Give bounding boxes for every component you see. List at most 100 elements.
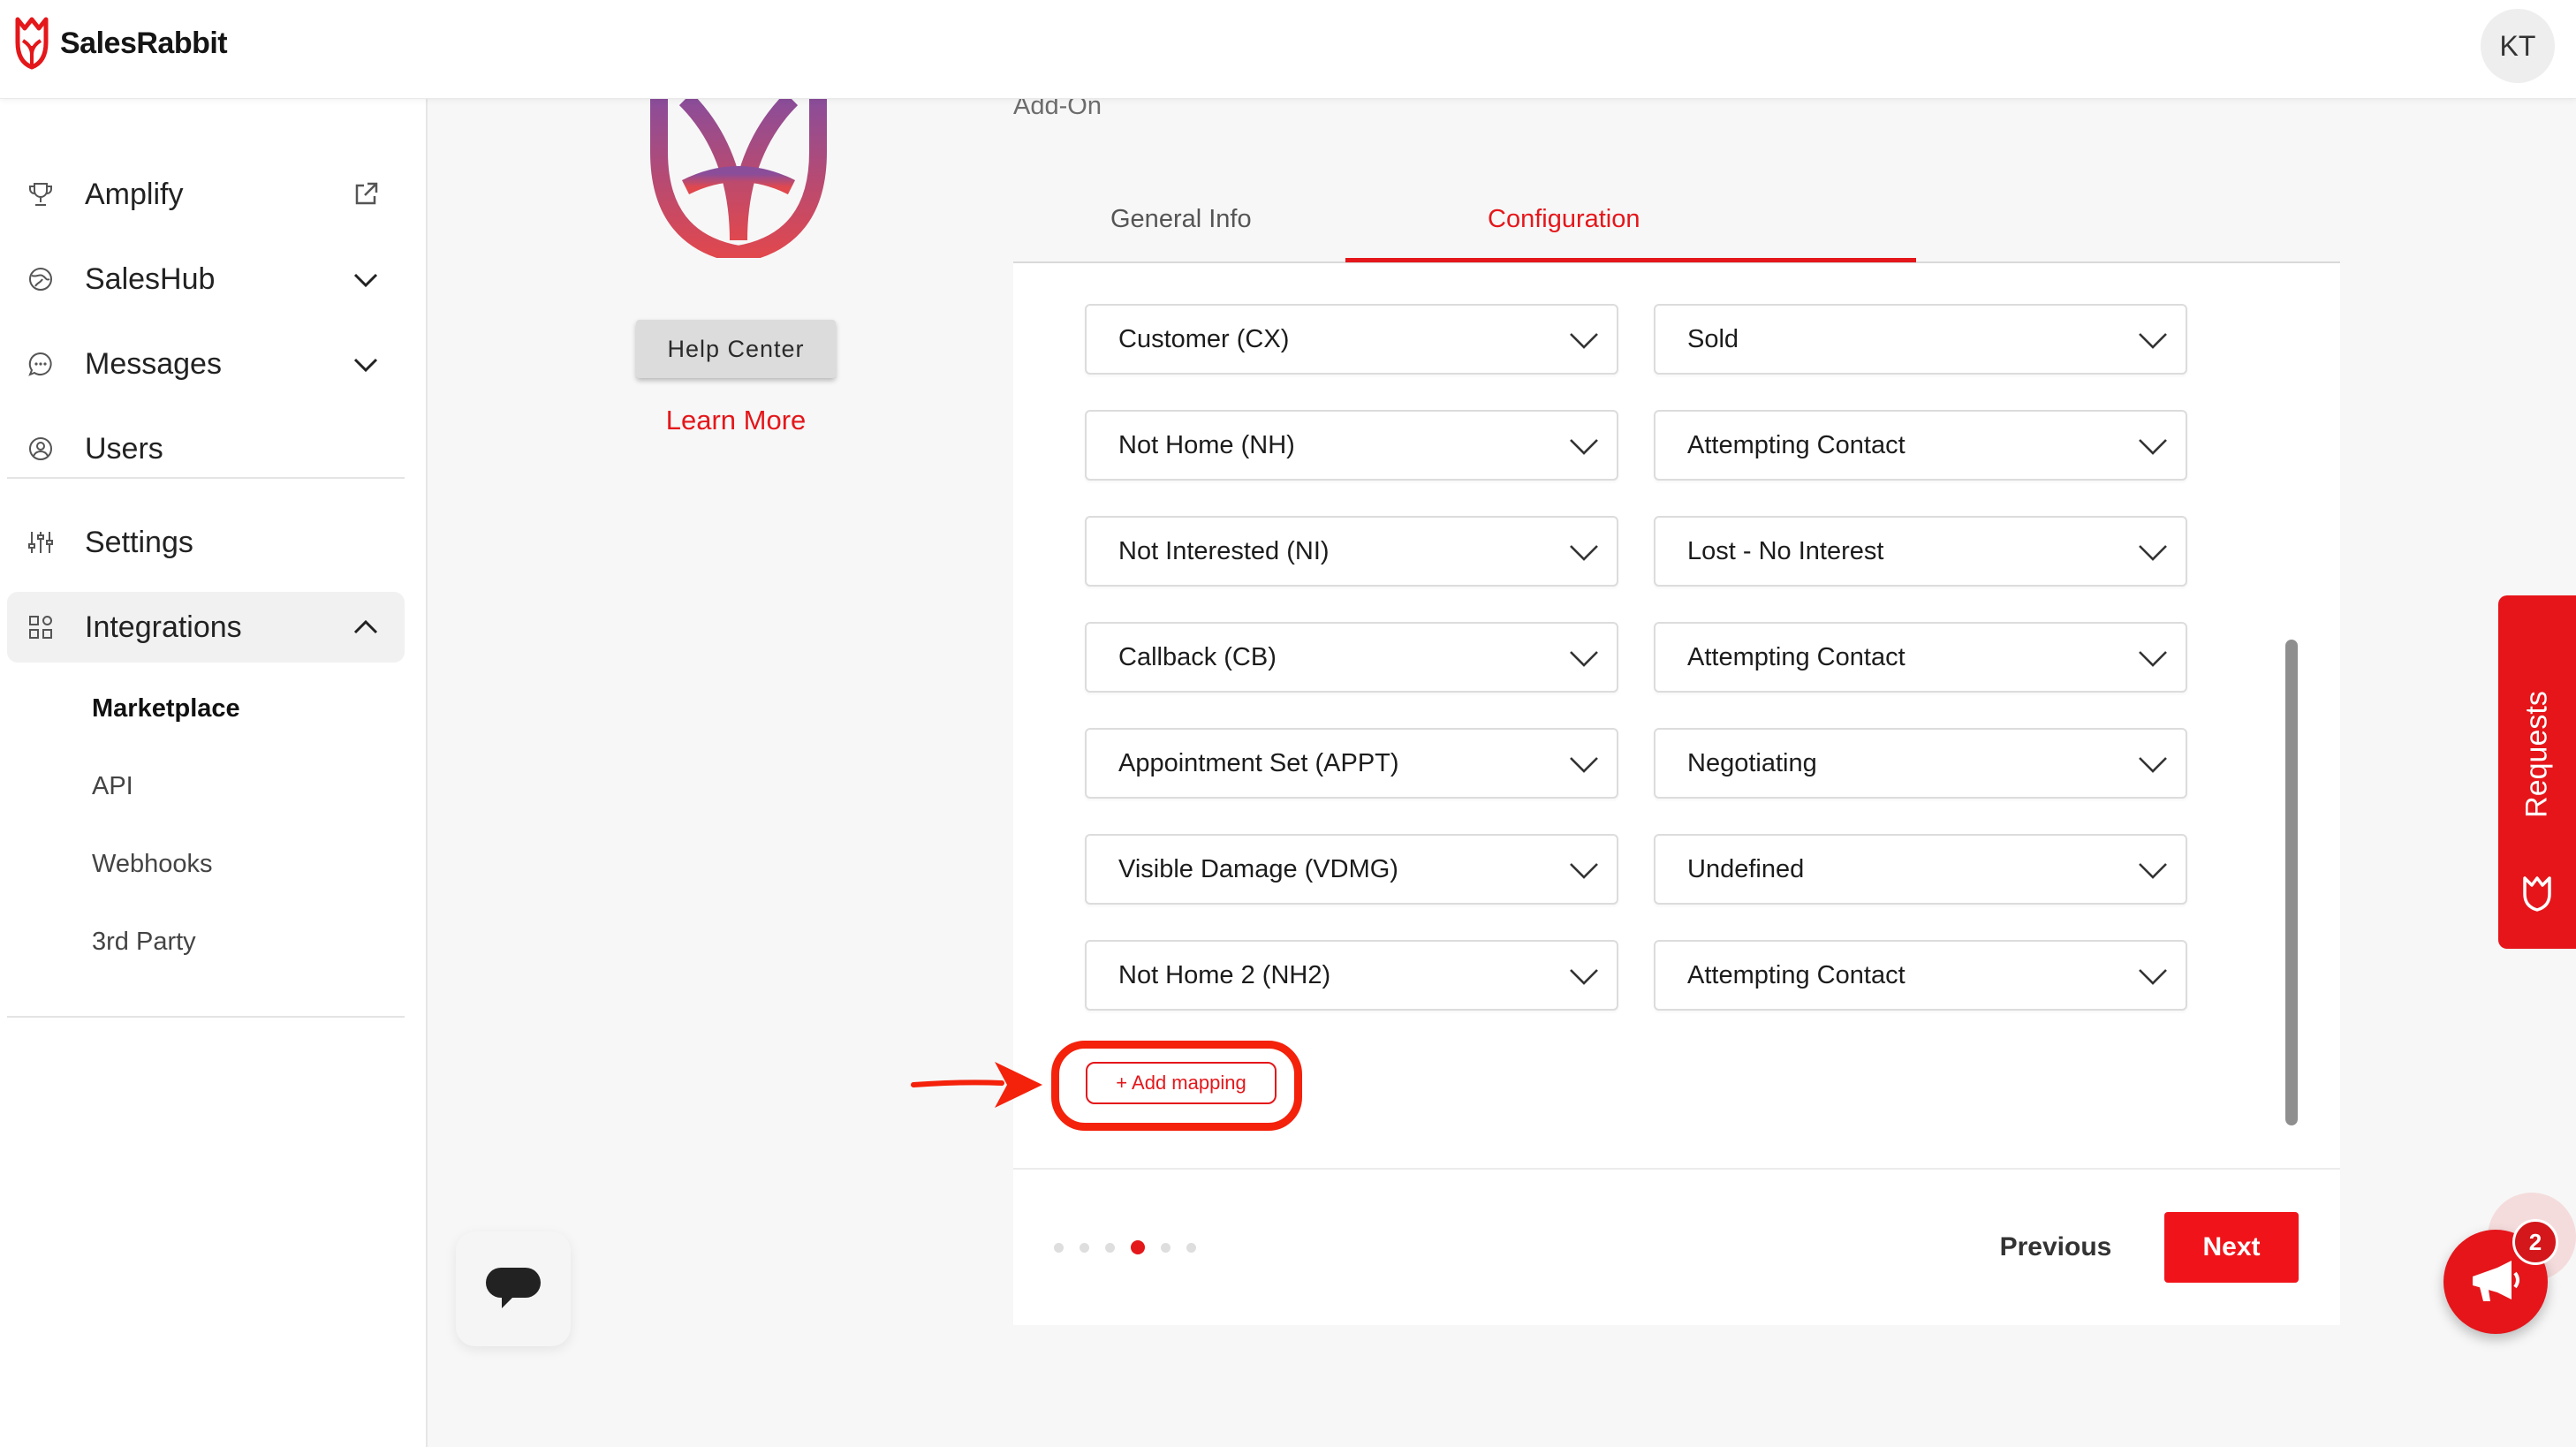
scrollbar[interactable] xyxy=(2285,640,2298,1125)
active-tab-indicator xyxy=(1345,258,1916,262)
chevron-down-icon xyxy=(1570,439,1598,455)
top-header: SalesRabbit KT xyxy=(0,0,2576,99)
user-circle-icon xyxy=(21,429,60,468)
sidebar-item-label: Settings xyxy=(85,525,193,559)
external-link-icon xyxy=(346,175,385,214)
select-value: Sold xyxy=(1687,324,1739,353)
sidebar-divider xyxy=(7,477,405,479)
step-dot-active xyxy=(1131,1240,1145,1254)
mapping-list: Customer (CX) Sold Not Home (NH) Attempting… xyxy=(1013,263,2340,1168)
app-name: SalesRabbit xyxy=(60,26,228,60)
chevron-down-icon xyxy=(1570,545,1598,561)
sidebar-item-label: Integrations xyxy=(85,610,242,644)
sidebar-item-messages[interactable]: Messages xyxy=(7,329,405,399)
learn-more-link[interactable]: Learn More xyxy=(636,405,836,436)
mapping-source-select[interactable]: Not Interested (NI) xyxy=(1085,516,1618,587)
sidebar-item-saleshub[interactable]: SalesHub xyxy=(7,244,405,314)
step-dot xyxy=(1080,1242,1089,1253)
chevron-down-icon[interactable] xyxy=(346,345,385,383)
mapping-target-select[interactable]: Sold xyxy=(1654,304,2187,375)
step-dot xyxy=(1054,1242,1064,1253)
rabbit-logo-icon xyxy=(2523,876,2551,912)
step-dot xyxy=(1186,1242,1196,1253)
select-value: Undefined xyxy=(1687,854,1805,883)
select-value: Attempting Contact xyxy=(1687,430,1905,459)
mapping-target-select[interactable]: Attempting Contact xyxy=(1654,622,2187,693)
sidebar-item-amplify[interactable]: Amplify xyxy=(7,159,405,230)
chevron-up-icon[interactable] xyxy=(346,608,385,647)
globe-icon xyxy=(21,260,60,299)
mapping-source-select[interactable]: Not Home 2 (NH2) xyxy=(1085,940,1618,1011)
select-value: Lost - No Interest xyxy=(1687,536,1884,565)
step-indicator xyxy=(1054,1240,1196,1254)
select-value: Callback (CB) xyxy=(1118,642,1277,671)
chevron-down-icon xyxy=(1570,863,1598,879)
annotation-arrow xyxy=(911,1062,1042,1108)
previous-button[interactable]: Previous xyxy=(1976,1212,2135,1283)
chat-icon xyxy=(21,345,60,383)
next-button[interactable]: Next xyxy=(2164,1212,2299,1283)
mapping-target-select[interactable]: Negotiating xyxy=(1654,728,2187,799)
step-dot xyxy=(1105,1242,1115,1253)
select-value: Not Interested (NI) xyxy=(1118,536,1330,565)
sidebar-item-integrations[interactable]: Integrations xyxy=(7,592,405,663)
sidebar-item-label: Amplify xyxy=(85,177,184,211)
sidebar-item-label: SalesHub xyxy=(85,261,216,296)
sidebar-item-users[interactable]: Users xyxy=(7,413,405,484)
sidebar-subitem-api[interactable]: API xyxy=(92,772,133,801)
sidebar-item-settings[interactable]: Settings xyxy=(7,507,405,578)
user-avatar[interactable]: KT xyxy=(2481,9,2555,83)
mapping-target-select[interactable]: Lost - No Interest xyxy=(1654,516,2187,587)
select-value: Attempting Contact xyxy=(1687,642,1905,671)
salesrabbit-logo[interactable]: SalesRabbit xyxy=(12,16,228,71)
select-value: Customer (CX) xyxy=(1118,324,1290,353)
integration-logo-icon xyxy=(650,99,827,258)
tab-configuration[interactable]: Configuration xyxy=(1488,205,1640,234)
sidebar-item-label: Users xyxy=(85,431,163,466)
select-value: Not Home (NH) xyxy=(1118,430,1295,459)
grid-icon xyxy=(21,608,60,647)
mapping-target-select[interactable]: Attempting Contact xyxy=(1654,940,2187,1011)
requests-tab[interactable]: Requests xyxy=(2498,595,2576,949)
chevron-down-icon xyxy=(1570,969,1598,985)
chevron-down-icon xyxy=(2139,333,2167,349)
chevron-down-icon xyxy=(2139,969,2167,985)
sidebar-subitem-webhooks[interactable]: Webhooks xyxy=(92,850,213,879)
sidebar-subitem-3rd-party[interactable]: 3rd Party xyxy=(92,928,196,957)
sliders-icon xyxy=(21,523,60,562)
mapping-target-select[interactable]: Attempting Contact xyxy=(1654,410,2187,481)
select-value: Attempting Contact xyxy=(1687,960,1905,989)
sidebar-divider xyxy=(7,1016,405,1018)
chevron-down-icon xyxy=(1570,651,1598,667)
rabbit-logo-icon xyxy=(15,17,49,70)
requests-label: Requests xyxy=(2519,691,2554,818)
configuration-panel: Customer (CX) Sold Not Home (NH) Attempting… xyxy=(1013,263,2340,1325)
select-value: Appointment Set (APPT) xyxy=(1118,748,1399,777)
mapping-source-select[interactable]: Customer (CX) xyxy=(1085,304,1618,375)
chevron-down-icon xyxy=(2139,439,2167,455)
chevron-down-icon xyxy=(2139,545,2167,561)
select-value: Not Home 2 (NH2) xyxy=(1118,960,1331,989)
notification-badge: 2 xyxy=(2512,1219,2558,1265)
select-value: Negotiating xyxy=(1687,748,1817,777)
chevron-down-icon xyxy=(2139,651,2167,667)
help-center-button[interactable]: Help Center xyxy=(636,320,836,378)
select-value: Visible Damage (VDMG) xyxy=(1118,854,1398,883)
mapping-source-select[interactable]: Visible Damage (VDMG) xyxy=(1085,834,1618,905)
sidebar-item-label: Messages xyxy=(85,346,222,381)
megaphone-icon xyxy=(2473,1261,2519,1301)
mapping-source-select[interactable]: Appointment Set (APPT) xyxy=(1085,728,1618,799)
add-mapping-button[interactable]: + Add mapping xyxy=(1086,1062,1277,1104)
mapping-target-select[interactable]: Undefined xyxy=(1654,834,2187,905)
trophy-icon xyxy=(21,175,60,214)
chevron-down-icon xyxy=(2139,863,2167,879)
chevron-down-icon xyxy=(2139,757,2167,773)
mapping-source-select[interactable]: Callback (CB) xyxy=(1085,622,1618,693)
sidebar-subitem-marketplace[interactable]: Marketplace xyxy=(92,694,240,724)
tab-general-info[interactable]: General Info xyxy=(1110,205,1252,234)
mapping-source-select[interactable]: Not Home (NH) xyxy=(1085,410,1618,481)
chat-widget-button[interactable] xyxy=(456,1231,571,1346)
tab-bar: General Info Configuration xyxy=(1013,194,2340,263)
chevron-down-icon xyxy=(1570,757,1598,773)
chevron-down-icon[interactable] xyxy=(346,260,385,299)
